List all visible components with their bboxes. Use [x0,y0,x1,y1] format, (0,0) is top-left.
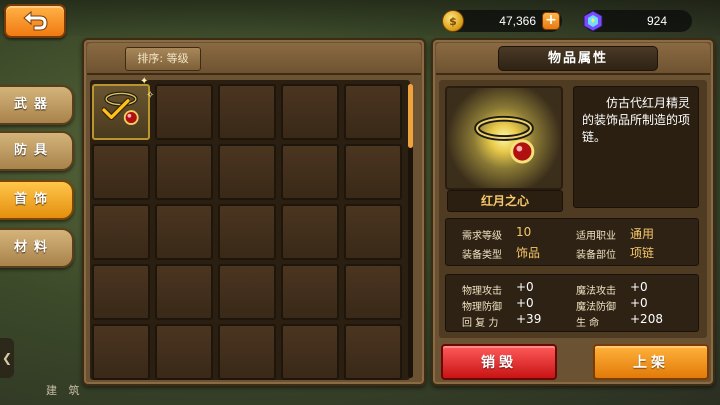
back-button[interactable] [4,4,66,38]
building-label: 建 筑 [46,384,84,397]
inventory-slot[interactable] [155,264,213,320]
stat-label: 装备类型 [462,250,502,261]
inventory-slot[interactable] [155,84,213,140]
inventory-slot[interactable] [92,264,150,320]
gem-icon [583,10,603,32]
inventory-slot[interactable] [344,144,402,200]
stat-label: 生 命 [576,318,600,329]
inventory-slot[interactable] [344,264,402,320]
inventory-slot[interactable] [218,324,276,380]
inventory-slot[interactable] [344,204,402,260]
stat-value: 10 [516,225,532,239]
inventory-header: 排序: 等级 [87,43,421,75]
stat-value: +0 [630,296,648,310]
stat-value: 通用 [630,227,655,241]
inventory-slot[interactable] [281,144,339,200]
tab-accessories[interactable]: 首饰 [0,180,74,220]
stat-value: +0 [630,280,648,294]
inventory-slot[interactable] [281,264,339,320]
necklace-icon [474,115,535,164]
inventory-slot[interactable] [92,144,150,200]
gem-amount: 924 [646,14,668,28]
stat-label: 需求等级 [462,231,502,242]
gold-coin-icon: $ [442,10,464,32]
sparkle-icon: ✧ [146,90,155,101]
gem-display: 924 [583,10,692,32]
inventory-slot-selected[interactable]: ✦ ✧ [92,76,154,140]
inventory-slot[interactable] [155,204,213,260]
inventory-slot[interactable] [281,204,339,260]
stat-value: +0 [516,280,534,294]
tab-armor[interactable]: 防具 [0,131,74,171]
item-description: 仿古代红月精灵的装饰品所制造的项链。 [573,86,699,208]
inventory-slot[interactable] [344,84,402,140]
back-arrow-icon [23,10,48,31]
sparkle-icon: ✦ [140,76,149,87]
stat-label: 装备部位 [576,250,616,261]
inventory-slot[interactable] [218,264,276,320]
inventory-slot[interactable] [218,84,276,140]
inventory-slot[interactable] [218,144,276,200]
inventory-slot[interactable] [92,204,150,260]
item-details-panel: 物品属性 红月之心 仿古代红月精灵的装饰品所制造的项链。 需求等级 10 适用职… [431,38,715,386]
stat-label: 物理防御 [462,302,502,313]
inventory-slot[interactable] [281,324,339,380]
inventory-slot[interactable] [218,204,276,260]
stat-value: 饰品 [516,246,541,260]
inventory-grid: ✦ ✧ [92,76,402,380]
details-title: 物品属性 [498,46,658,71]
inventory-slot[interactable] [344,324,402,380]
sort-button[interactable]: 排序: 等级 [125,47,201,71]
inventory-scrollbar[interactable] [408,84,413,378]
stat-label: 魔法攻击 [576,286,616,297]
inventory-slot[interactable] [155,324,213,380]
destroy-button[interactable]: 销毁 [441,344,557,380]
left-arrow-icon[interactable]: ❮ [0,338,14,378]
details-header: 物品属性 [436,43,710,75]
stat-value: +39 [516,312,542,326]
gold-amount: 47,366 [499,14,536,28]
add-gold-button[interactable]: + [542,12,560,30]
tab-materials[interactable]: 材料 [0,228,74,268]
requirement-stats: 需求等级 10 适用职业 通用 装备类型 饰品 装备部位 项链 [445,218,699,266]
stat-label: 适用职业 [576,231,616,242]
stat-label: 魔法防御 [576,302,616,313]
stat-value: +0 [516,296,534,310]
checkmark-icon [102,98,130,121]
inventory-slot[interactable] [281,84,339,140]
list-for-sale-button[interactable]: 上架 [593,344,709,380]
gold-display: $ 47,366 + [442,10,562,32]
item-name: 红月之心 [447,190,563,212]
item-preview [445,86,563,190]
inventory-slot[interactable] [155,144,213,200]
attribute-stats: 物理攻击 +0 魔法攻击 +0 物理防御 +0 魔法防御 +0 回 复 力 +3… [445,274,699,332]
stat-value: 项链 [630,246,655,260]
inventory-slot[interactable] [92,324,150,380]
tab-weapons[interactable]: 武器 [0,85,74,125]
stat-label: 物理攻击 [462,286,502,297]
stat-label: 回 复 力 [462,318,499,329]
inventory-panel: 排序: 等级 ✦ ✧ [82,38,426,386]
scrollbar-thumb[interactable] [408,84,413,148]
stat-value: +208 [630,312,663,326]
